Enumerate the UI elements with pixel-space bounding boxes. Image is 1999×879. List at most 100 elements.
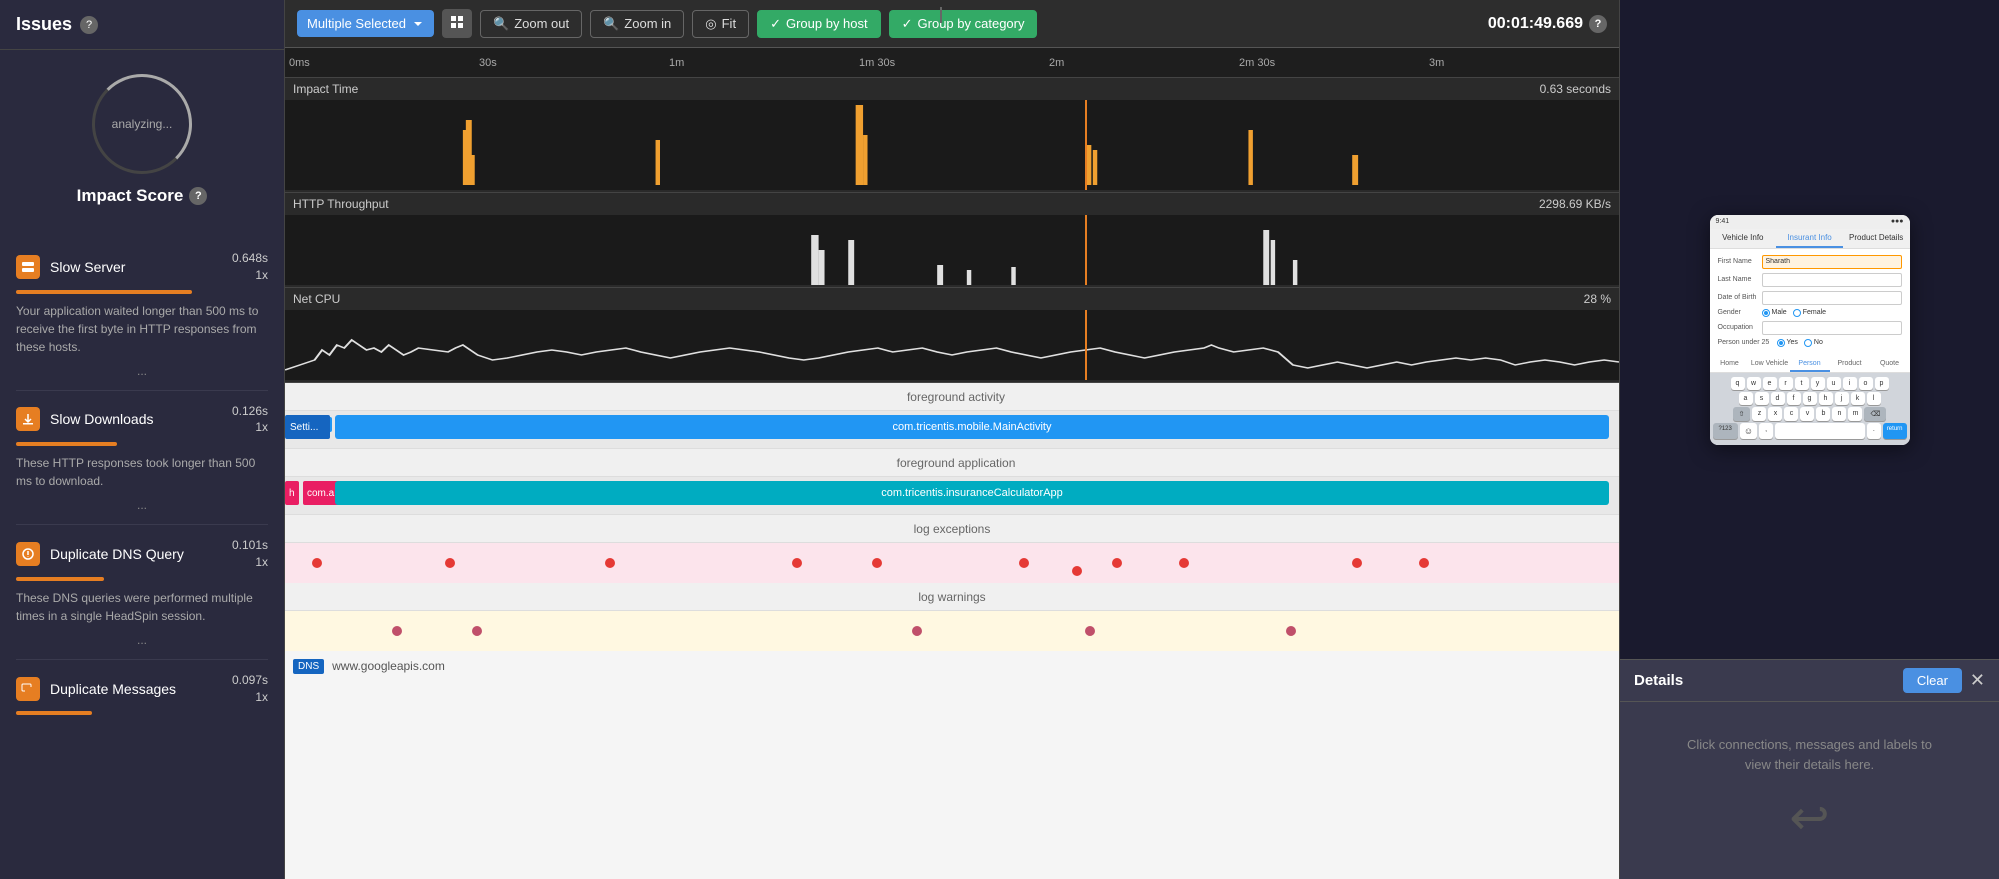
key-x[interactable]: x — [1768, 407, 1782, 421]
exception-dot-10[interactable] — [1419, 558, 1429, 568]
key-123[interactable]: ?123 — [1713, 423, 1738, 439]
multiple-selected-dropdown[interactable]: Multiple Selected — [297, 10, 434, 37]
exception-dot-2[interactable] — [445, 558, 455, 568]
key-h[interactable]: h — [1819, 392, 1833, 405]
timer-help-icon[interactable]: ? — [1589, 15, 1607, 33]
key-i[interactable]: i — [1843, 377, 1857, 390]
log-exceptions-lane[interactable] — [285, 543, 1619, 583]
exception-dot-5[interactable] — [872, 558, 882, 568]
nav-quote[interactable]: Quote — [1870, 357, 1910, 372]
log-warnings-lane[interactable] — [285, 611, 1619, 651]
key-return[interactable]: return — [1883, 423, 1907, 439]
right-panel: 9:41 ●●● Vehicle Info Insurant Info Prod… — [1619, 0, 1999, 879]
key-o[interactable]: o — [1859, 377, 1873, 390]
key-p[interactable]: p — [1875, 377, 1889, 390]
nav-home[interactable]: Home — [1710, 357, 1750, 372]
dns-url: www.googleapis.com — [332, 659, 445, 673]
exception-dot-3[interactable] — [605, 558, 615, 568]
key-b[interactable]: b — [1816, 407, 1830, 421]
key-c[interactable]: c — [1784, 407, 1798, 421]
key-space[interactable] — [1775, 423, 1865, 439]
exception-dot-low[interactable] — [1072, 566, 1082, 576]
key-f[interactable]: f — [1787, 392, 1801, 405]
phone-tab-insurant[interactable]: Insurant Info — [1776, 229, 1843, 248]
warning-dot-2[interactable] — [472, 626, 482, 636]
key-r[interactable]: r — [1779, 377, 1793, 390]
issue-duplicate-messages[interactable]: Duplicate Messages 0.097s 1x — [0, 660, 284, 728]
issues-sidebar: Issues ? analyzing... Impact Score ? Slo… — [0, 0, 285, 879]
exception-dot-1[interactable] — [312, 558, 322, 568]
sidebar-help-icon[interactable]: ? — [80, 16, 98, 34]
group-by-host-button[interactable]: ✓ Group by host — [757, 10, 881, 38]
first-name-input[interactable] — [1762, 255, 1902, 269]
foreground-activity-header: foreground activity — [285, 383, 1619, 411]
dob-input[interactable] — [1762, 291, 1902, 305]
nav-person[interactable]: Person — [1790, 357, 1830, 372]
key-n[interactable]: n — [1832, 407, 1846, 421]
occupation-input[interactable] — [1762, 321, 1902, 335]
yes-option[interactable]: Yes — [1777, 339, 1798, 347]
exception-dot-9[interactable] — [1352, 558, 1362, 568]
key-s[interactable]: s — [1755, 392, 1769, 405]
key-d[interactable]: d — [1771, 392, 1785, 405]
issue-slow-downloads[interactable]: Slow Downloads 0.126s 1x These HTTP resp… — [0, 391, 284, 525]
warning-dot-1[interactable] — [392, 626, 402, 636]
key-e[interactable]: e — [1763, 377, 1777, 390]
key-m[interactable]: m — [1848, 407, 1862, 421]
phone-tab-vehicle[interactable]: Vehicle Info — [1710, 229, 1777, 248]
key-t[interactable]: t — [1795, 377, 1809, 390]
impact-canvas[interactable] — [285, 100, 1619, 190]
key-q[interactable]: q — [1731, 377, 1745, 390]
foreground-activity-lane[interactable]: N S Setti... com.tricentis.mobile.MainAc… — [285, 411, 1619, 449]
activity-lanes: foreground activity N S Setti... com.tri… — [285, 383, 1619, 879]
nav-vehicle[interactable]: Low Vehicle — [1750, 357, 1790, 372]
nav-product[interactable]: Product — [1830, 357, 1870, 372]
grid-view-button[interactable] — [442, 9, 472, 38]
key-u[interactable]: u — [1827, 377, 1841, 390]
key-l[interactable]: l — [1867, 392, 1881, 405]
key-g[interactable]: g — [1803, 392, 1817, 405]
key-emoji[interactable]: ☺ — [1740, 423, 1757, 439]
zoom-out-button[interactable]: 🔍 Zoom out — [480, 10, 582, 38]
phone-tabs: Vehicle Info Insurant Info Product Detai… — [1710, 229, 1910, 249]
clear-button[interactable]: Clear — [1903, 668, 1962, 693]
gender-male[interactable]: Male — [1762, 309, 1787, 317]
group-by-category-button[interactable]: ✓ Group by category — [889, 10, 1038, 38]
issue-duplicate-dns[interactable]: Duplicate DNS Query 0.101s 1x These DNS … — [0, 525, 284, 659]
dns-lane[interactable]: DNS www.googleapis.com — [285, 651, 1619, 681]
close-button[interactable]: ✕ — [1970, 668, 1985, 693]
exception-dot-7[interactable] — [1112, 558, 1122, 568]
key-backspace[interactable]: ⌫ — [1864, 407, 1886, 421]
key-v[interactable]: v — [1800, 407, 1814, 421]
key-k[interactable]: k — [1851, 392, 1865, 405]
exception-dot-4[interactable] — [792, 558, 802, 568]
cpu-canvas[interactable] — [285, 310, 1619, 380]
key-comma[interactable]: , — [1759, 423, 1773, 439]
fit-button[interactable]: ◎ Fit — [692, 10, 749, 38]
key-shift[interactable]: ⇧ — [1733, 407, 1751, 421]
key-j[interactable]: j — [1835, 392, 1849, 405]
impact-help-icon[interactable]: ? — [189, 187, 207, 205]
phone-nav-tabs: Home Low Vehicle Person Product Quote — [1710, 357, 1910, 373]
timer-display: 00:01:49.669 ? — [1488, 15, 1607, 33]
exception-dot-6[interactable] — [1019, 558, 1029, 568]
key-a[interactable]: a — [1739, 392, 1753, 405]
phone-tab-product[interactable]: Product Details — [1843, 229, 1910, 248]
gender-female[interactable]: Female — [1793, 309, 1826, 317]
key-period[interactable]: . — [1867, 423, 1881, 439]
zoom-in-button[interactable]: 🔍 Zoom in — [590, 10, 684, 38]
http-canvas[interactable] — [285, 215, 1619, 285]
exception-dot-8[interactable] — [1179, 558, 1189, 568]
warning-dot-4[interactable] — [1085, 626, 1095, 636]
key-z[interactable]: z — [1752, 407, 1766, 421]
key-w[interactable]: w — [1747, 377, 1761, 390]
main-activity-bar[interactable]: com.tricentis.mobile.MainActivity — [335, 415, 1609, 439]
issue-slow-server[interactable]: Slow Server 0.648s 1x Your application w… — [0, 238, 284, 390]
last-name-input[interactable] — [1762, 273, 1902, 287]
key-y[interactable]: y — [1811, 377, 1825, 390]
no-option[interactable]: No — [1804, 339, 1823, 347]
insurance-app-bar[interactable]: com.tricentis.insuranceCalculatorApp — [335, 481, 1609, 505]
warning-dot-3[interactable] — [912, 626, 922, 636]
warning-dot-5[interactable] — [1286, 626, 1296, 636]
foreground-application-lane[interactable]: h com.a... com.tricentis.insuranceCalcul… — [285, 477, 1619, 515]
